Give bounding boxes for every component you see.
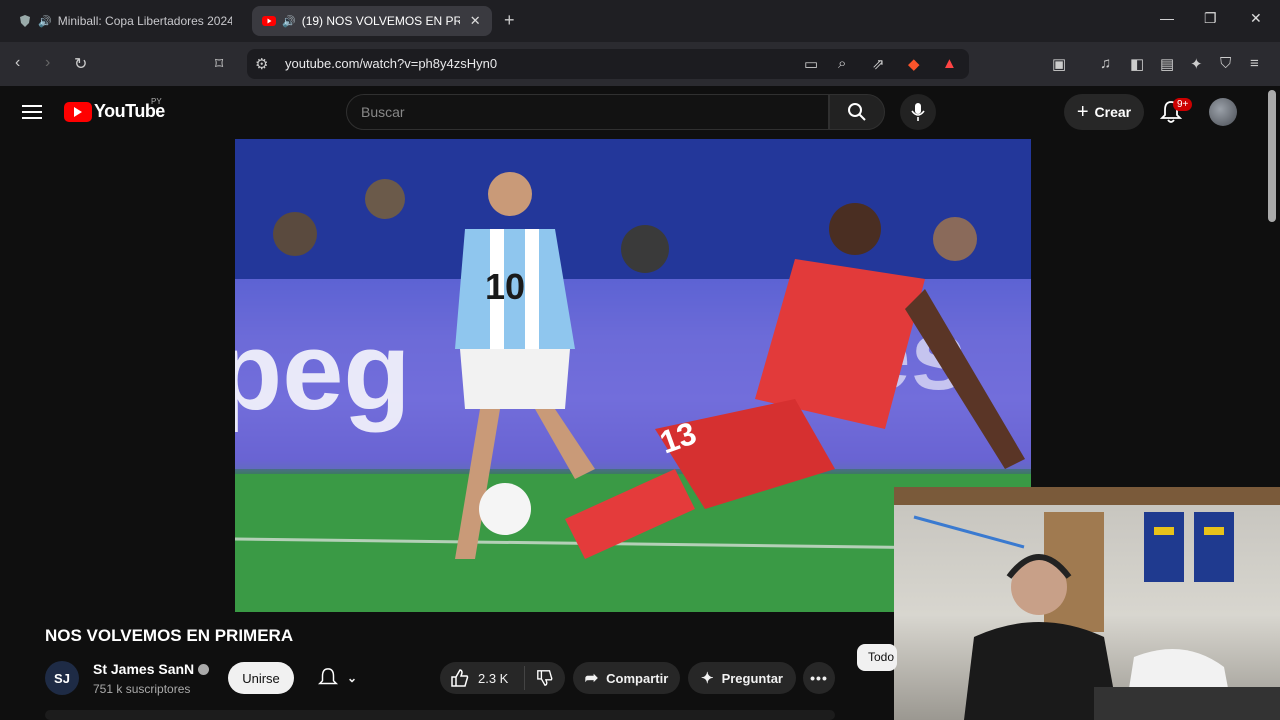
microphone-icon [911, 103, 925, 121]
vpn-icon[interactable]: ⛉ [1220, 55, 1231, 72]
channel-avatar-initials: SJ [54, 670, 70, 686]
youtube-play-icon [64, 101, 92, 122]
search-button[interactable] [829, 94, 885, 130]
site-settings-icon[interactable]: ⚙ [255, 55, 268, 73]
sparkle-icon: ✦ [701, 670, 714, 687]
webcam-image [894, 487, 1280, 720]
video-title: NOS VOLVEMOS EN PRIMERA [45, 626, 294, 645]
page-scrollbar[interactable] [1268, 90, 1276, 222]
back-icon[interactable]: ‹ [15, 54, 20, 72]
speaker-icon[interactable]: 🔊 [38, 15, 52, 28]
notification-badge: 9+ [1173, 98, 1193, 111]
verified-icon [198, 664, 210, 675]
country-code: PY [151, 97, 162, 106]
speaker-icon[interactable]: 🔊 [282, 15, 296, 28]
ask-button[interactable]: ✦ Preguntar [688, 662, 796, 694]
voice-search-button[interactable] [900, 94, 936, 130]
dislike-button[interactable] [525, 669, 565, 687]
search-box[interactable] [346, 94, 829, 130]
join-button[interactable]: Unirse [228, 662, 294, 694]
more-horizontal-icon: ••• [810, 670, 828, 686]
tab-title: Miniball: Copa Libertadores 2024 [57, 14, 232, 28]
brave-shield-icon[interactable]: ◆ [908, 55, 920, 73]
share-label: Compartir [606, 670, 669, 686]
like-dislike-group: 2.3 K [440, 662, 565, 694]
tab-youtube-video[interactable]: 🔊 (19) NOS VOLVEMOS EN PRIMERA ✕ [252, 6, 492, 36]
channel-avatar[interactable]: SJ [45, 661, 79, 695]
reload-icon[interactable]: ↻ [74, 54, 87, 74]
restore-icon[interactable]: ❐ [1204, 10, 1217, 27]
webcam-overlay [894, 487, 1280, 720]
like-button[interactable]: 2.3 K [440, 666, 525, 690]
subscription-bell-button[interactable]: ⌄ [306, 662, 368, 694]
cast-icon[interactable]: ▭ [804, 55, 818, 73]
hamburger-menu-icon[interactable] [22, 101, 42, 123]
share-icon[interactable]: ⇗ [872, 55, 885, 73]
svg-text:10: 10 [485, 266, 525, 307]
close-window-icon[interactable]: ✕ [1250, 10, 1262, 27]
chevron-down-icon: ⌄ [346, 671, 358, 685]
brave-rewards-icon[interactable]: ▲ [942, 55, 957, 72]
description-box[interactable] [45, 710, 835, 720]
search-icon [848, 103, 866, 121]
bell-icon [317, 668, 338, 685]
tab-miniball[interactable]: 🔊 Miniball: Copa Libertadores 2024 [8, 6, 242, 36]
shield-favicon-icon [18, 14, 32, 28]
youtube-logo[interactable]: YouTube PY [64, 97, 165, 122]
wallet-icon[interactable]: ▤ [1160, 55, 1174, 73]
close-tab-icon[interactable]: ✕ [470, 13, 481, 29]
zoom-icon[interactable]: ⌕ [838, 55, 846, 72]
tab-title: (19) NOS VOLVEMOS EN PRIMERA [301, 14, 460, 28]
like-count: 2.3 K [478, 670, 509, 686]
forward-icon[interactable]: › [45, 54, 50, 72]
media-icon[interactable]: ♫ [1100, 55, 1111, 72]
svg-text:peg: peg [235, 310, 411, 433]
browser-tab-bar: 🔊 Miniball: Copa Libertadores 2024 🔊 (19… [0, 0, 1280, 42]
create-button[interactable]: + Crear [1064, 94, 1144, 130]
bookmark-icon[interactable]: ⌑ [215, 54, 223, 74]
account-avatar[interactable] [1209, 98, 1237, 126]
thumbs-up-icon [451, 669, 469, 687]
menu-icon[interactable]: ≡ [1250, 55, 1259, 72]
create-label: Crear [1094, 104, 1132, 120]
plus-icon: + [1076, 100, 1089, 123]
youtube-favicon-icon [262, 14, 276, 28]
share-button[interactable]: ➦ Compartir [573, 662, 680, 694]
share-arrow-icon: ➦ [584, 670, 599, 687]
subscriber-count: 751 k suscriptores [93, 682, 191, 696]
filter-chip-all[interactable]: Todo [857, 644, 897, 671]
more-actions-button[interactable]: ••• [803, 662, 835, 694]
channel-name[interactable]: St James SanN [93, 661, 210, 677]
new-tab-button[interactable]: + [504, 10, 515, 31]
url-text[interactable]: youtube.com/watch?v=ph8y4zsHyn0 [285, 56, 497, 71]
thumbs-down-icon [537, 670, 553, 686]
search-input[interactable] [347, 95, 828, 129]
minimize-icon[interactable]: — [1160, 10, 1174, 26]
sidebar-icon[interactable]: ◧ [1130, 55, 1144, 73]
tab-search-icon[interactable]: ▣ [1052, 55, 1066, 73]
leo-ai-icon[interactable]: ✦ [1190, 55, 1203, 73]
ask-label: Preguntar [721, 670, 783, 686]
channel-name-text[interactable]: St James SanN [93, 661, 194, 677]
